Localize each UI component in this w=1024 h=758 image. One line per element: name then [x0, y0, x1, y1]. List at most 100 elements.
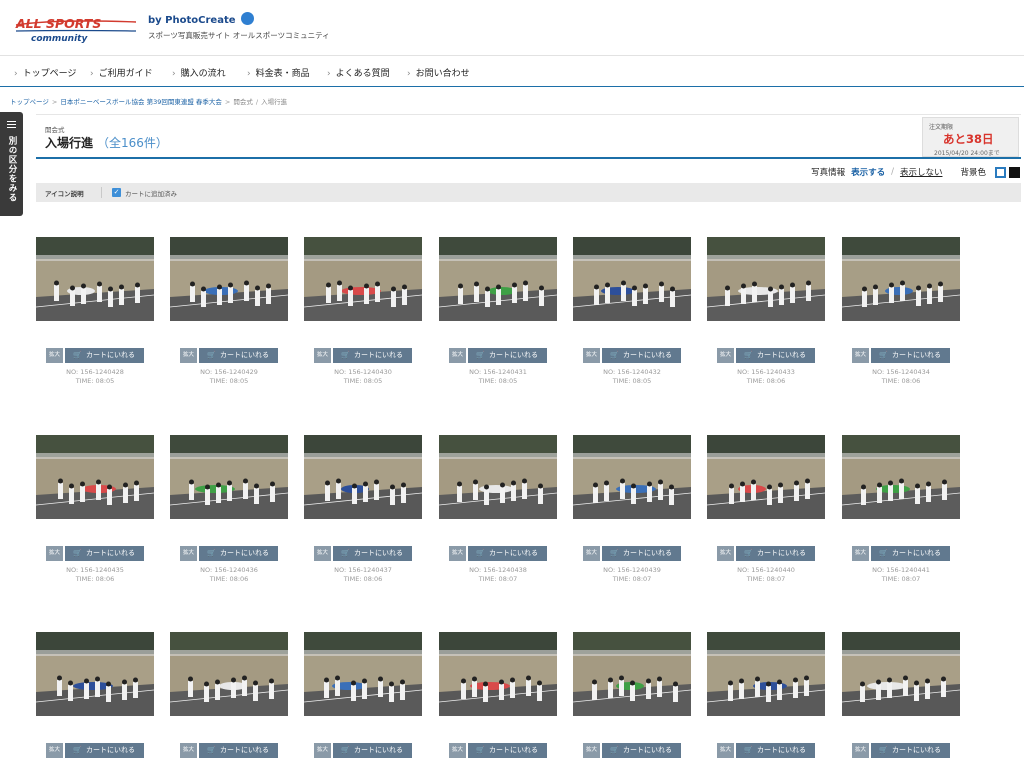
add-to-cart-button[interactable]: 🛒 カートにいれる: [468, 743, 547, 758]
photo-info-show-link[interactable]: 表示する: [851, 166, 885, 178]
all-sports-community-logo[interactable]: ALL SPORTS community: [14, 14, 138, 44]
photo-thumbnail[interactable]: [170, 435, 288, 519]
photo-thumbnail[interactable]: [304, 632, 422, 716]
zoom-button[interactable]: 拡大: [717, 743, 734, 758]
zoom-button[interactable]: 拡大: [180, 743, 197, 758]
photo-info-label: 写真情報: [811, 168, 846, 178]
zoom-button[interactable]: 拡大: [314, 546, 331, 561]
breadcrumb-current: 入場行進: [261, 98, 288, 106]
photo-thumbnail[interactable]: [573, 237, 691, 321]
cart-icon: 🛒: [744, 746, 753, 754]
background-white-swatch[interactable]: [995, 166, 1006, 178]
photo-number: NO: 156-1240437: [334, 566, 392, 574]
photo-time: TIME: 08:05: [343, 377, 383, 385]
zoom-button[interactable]: 拡大: [717, 546, 734, 561]
cart-icon: 🛒: [341, 746, 350, 754]
add-to-cart-button[interactable]: 🛒 カートにいれる: [468, 546, 547, 561]
deadline-label: 注文期限: [929, 124, 954, 131]
add-to-cart-button[interactable]: 🛒 カートにいれる: [199, 546, 278, 561]
add-to-cart-button[interactable]: 🛒 カートにいれる: [199, 348, 278, 363]
cart-icon: 🛒: [610, 351, 619, 359]
add-to-cart-button[interactable]: 🛒 カートにいれる: [736, 546, 815, 561]
nav-contact[interactable]: お問い合わせ: [407, 66, 470, 79]
photo-thumbnail[interactable]: [573, 632, 691, 716]
add-to-cart-button[interactable]: 🛒 カートにいれる: [468, 348, 547, 363]
photo-info-hide-link[interactable]: 表示しない: [900, 166, 943, 178]
add-to-cart-button[interactable]: 🛒 カートにいれる: [65, 546, 144, 561]
photo-thumbnail[interactable]: [707, 237, 825, 321]
photo-thumbnail[interactable]: [439, 237, 557, 321]
zoom-button[interactable]: 拡大: [449, 348, 466, 363]
zoom-button[interactable]: 拡大: [449, 546, 466, 561]
zoom-button[interactable]: 拡大: [583, 546, 600, 561]
zoom-button[interactable]: 拡大: [314, 348, 331, 363]
photo-thumbnail[interactable]: [304, 237, 422, 321]
add-to-cart-button[interactable]: 🛒 カートにいれる: [736, 348, 815, 363]
zoom-button[interactable]: 拡大: [449, 743, 466, 758]
photo-thumbnail[interactable]: [439, 435, 557, 519]
photo-thumbnail[interactable]: [36, 237, 154, 321]
zoom-button[interactable]: 拡大: [583, 348, 600, 363]
zoom-button[interactable]: 拡大: [852, 348, 869, 363]
background-black-swatch[interactable]: [1009, 166, 1020, 178]
zoom-button[interactable]: 拡大: [46, 348, 63, 363]
zoom-button[interactable]: 拡大: [852, 743, 869, 758]
zoom-button[interactable]: 拡大: [180, 348, 197, 363]
add-to-cart-button[interactable]: 🛒 カートにいれる: [65, 348, 144, 363]
photo-thumbnail[interactable]: [707, 435, 825, 519]
nav-faq[interactable]: よくある質問: [327, 66, 390, 79]
photo-thumbnail[interactable]: [842, 632, 960, 716]
add-to-cart-button[interactable]: 🛒 カートにいれる: [871, 546, 950, 561]
add-to-cart-button[interactable]: 🛒 カートにいれる: [333, 348, 412, 363]
cart-icon: 🛒: [879, 549, 888, 557]
add-to-cart-button[interactable]: 🛒 カートにいれる: [602, 743, 681, 758]
photo-thumbnail[interactable]: [36, 632, 154, 716]
photo-thumbnail[interactable]: [573, 435, 691, 519]
zoom-button[interactable]: 拡大: [314, 743, 331, 758]
nav-top[interactable]: トップページ: [14, 66, 77, 79]
add-to-cart-button[interactable]: 🛒 カートにいれる: [602, 546, 681, 561]
add-to-cart-button[interactable]: 🛒 カートにいれる: [199, 743, 278, 758]
site-header: ALL SPORTS community by PhotoCreate スポーツ…: [0, 0, 1024, 56]
zoom-button[interactable]: 拡大: [852, 546, 869, 561]
zoom-button[interactable]: 拡大: [717, 348, 734, 363]
site-tagline: スポーツ写真販売サイト オールスポーツコミュニティ: [148, 31, 330, 40]
photo-thumbnail[interactable]: [170, 632, 288, 716]
photo-thumbnail[interactable]: [170, 237, 288, 321]
photo-number: NO: 156-1240434: [872, 368, 930, 376]
breadcrumb-event[interactable]: 日本ポニーベースボール協会 第39回関東連盟 春季大会: [60, 98, 222, 106]
photo-thumbnail[interactable]: [707, 632, 825, 716]
zoom-button[interactable]: 拡大: [46, 546, 63, 561]
breadcrumb-top[interactable]: トップページ: [10, 98, 49, 106]
cart-icon: 🛒: [879, 746, 888, 754]
nav-guide[interactable]: ご利用ガイド: [90, 66, 153, 79]
menu-icon: [7, 121, 16, 128]
add-to-cart-button[interactable]: 🛒 カートにいれる: [736, 743, 815, 758]
photocreate-brand: by PhotoCreate: [148, 12, 254, 26]
event-label: 開会式: [45, 126, 65, 134]
zoom-button[interactable]: 拡大: [180, 546, 197, 561]
nav-purchase-flow[interactable]: 購入の流れ: [172, 66, 226, 79]
photo-info-toggle: 写真情報 表示する / 表示しない 背景色: [811, 166, 1020, 180]
add-to-cart-button[interactable]: 🛒 カートにいれる: [65, 743, 144, 758]
add-to-cart-button[interactable]: 🛒 カートにいれる: [333, 546, 412, 561]
add-to-cart-button[interactable]: 🛒 カートにいれる: [871, 743, 950, 758]
photo-thumbnail[interactable]: [439, 632, 557, 716]
photo-thumbnail[interactable]: [842, 435, 960, 519]
zoom-button[interactable]: 拡大: [583, 743, 600, 758]
zoom-button[interactable]: 拡大: [46, 743, 63, 758]
photo-number: NO: 156-1240435: [66, 566, 124, 574]
photo-time: TIME: 08:07: [881, 575, 921, 583]
title-panel: 開会式 入場行進 （全166件） 注文期限 あと38日 2015/04/20 24…: [36, 114, 1021, 159]
add-to-cart-button[interactable]: 🛒 カートにいれる: [602, 348, 681, 363]
add-to-cart-button[interactable]: 🛒 カートにいれる: [333, 743, 412, 758]
photo-thumbnail[interactable]: [36, 435, 154, 519]
deadline-days-left: あと38日: [943, 132, 994, 146]
page-title: 入場行進 （全166件）: [45, 136, 168, 150]
photo-thumbnail[interactable]: [304, 435, 422, 519]
photo-thumbnail[interactable]: [842, 237, 960, 321]
add-to-cart-button[interactable]: 🛒 カートにいれる: [871, 348, 950, 363]
other-category-tab[interactable]: 別の区分をみる: [0, 112, 23, 216]
nav-price-products[interactable]: 料金表・商品: [247, 66, 310, 79]
breadcrumb: トップページ > 日本ポニーベースボール協会 第39回関東連盟 春季大会 > 開会式 / 入…: [10, 98, 288, 106]
